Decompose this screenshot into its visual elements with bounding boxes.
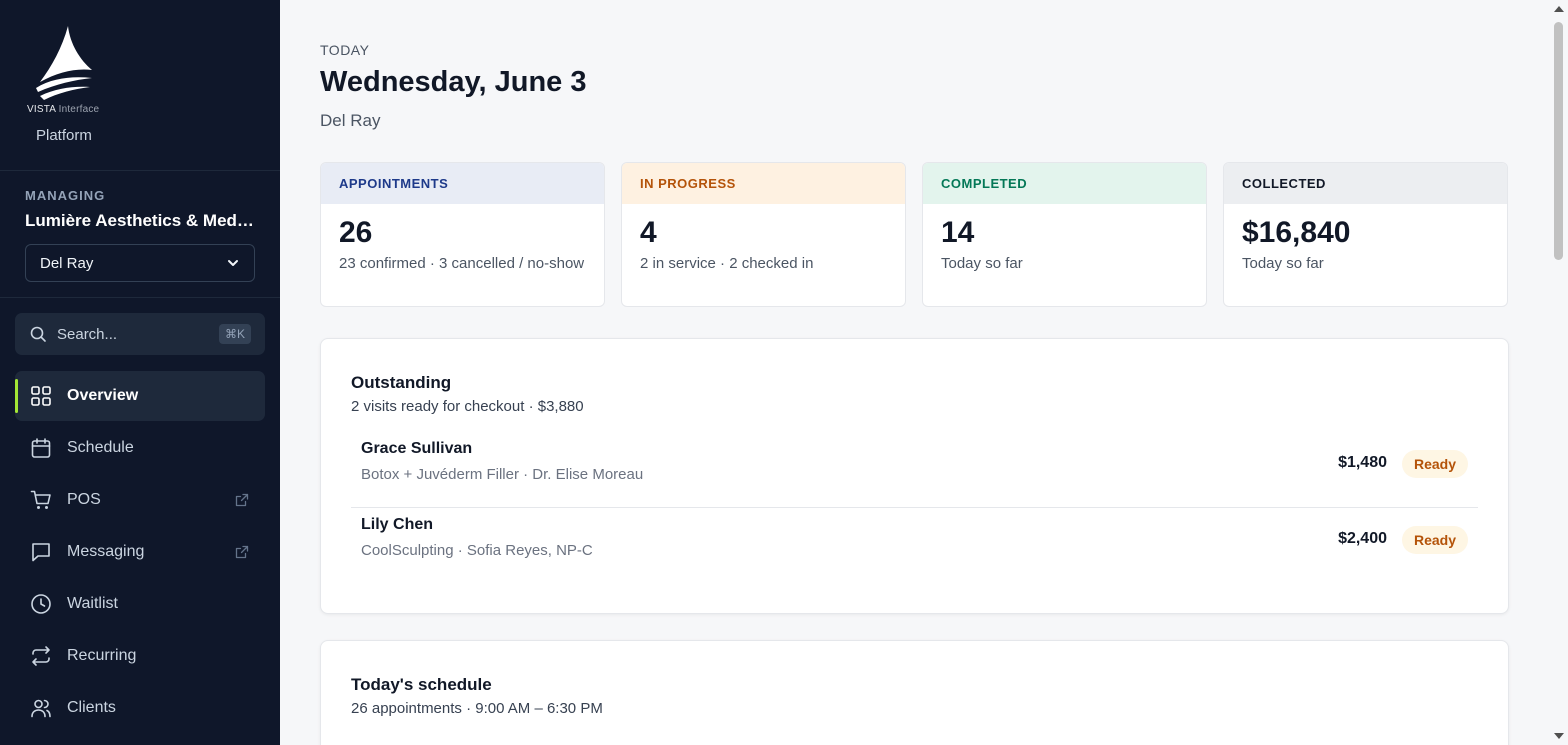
page-location: Del Ray [320, 111, 381, 130]
cart-icon [30, 490, 51, 509]
nav-label: Recurring [67, 647, 137, 664]
nav-label: Waitlist [67, 595, 118, 612]
sail-logo-icon [36, 26, 92, 100]
sidebar: VISTA Interface Platform MANAGING Lumièr… [0, 0, 280, 745]
nav-item-overview[interactable]: Overview [15, 371, 265, 421]
scroll-down-arrow-icon[interactable] [1554, 733, 1564, 739]
schedule-subtitle: 26 appointments · 9:00 AM – 6:30 PM [351, 700, 603, 717]
stat-card-label: COMPLETED [923, 163, 1206, 204]
nav-label: Clients [67, 699, 116, 716]
nav-item-waitlist[interactable]: Waitlist [15, 579, 265, 629]
platform-label: Platform [36, 127, 92, 144]
visit-amount: $2,400 [1338, 530, 1387, 547]
outstanding-row[interactable]: Lily Chen CoolSculpting · Sofia Reyes, N… [351, 508, 1478, 584]
status-badge: Ready [1401, 450, 1468, 478]
calendar-icon [31, 438, 51, 458]
nav-item-schedule[interactable]: Schedule [15, 423, 265, 473]
logo-text-bold: VISTA [27, 104, 56, 115]
search-input[interactable]: Search... ⌘K [15, 313, 265, 355]
stat-card-value: 4 [640, 216, 657, 249]
external-link-icon [235, 493, 249, 507]
stat-card-description: Today so far [1242, 255, 1324, 272]
stat-card-value: $16,840 [1242, 216, 1351, 249]
nav-item-pos[interactable]: POS [15, 475, 265, 525]
outstanding-title: Outstanding [351, 373, 452, 392]
nav-label: Overview [67, 387, 139, 404]
scrollbar-thumb[interactable] [1554, 22, 1563, 260]
managing-label: MANAGING [25, 188, 106, 203]
stat-card-appointments[interactable]: APPOINTMENTS 26 23 confirmed · 3 cancell… [320, 162, 605, 307]
nav-label: Messaging [67, 543, 145, 560]
outstanding-card: Outstanding 2 visits ready for checkout … [320, 338, 1509, 614]
location-select-value: Del Ray [40, 254, 94, 272]
grid-icon [31, 386, 51, 406]
search-icon [30, 326, 46, 342]
stat-card-collected[interactable]: COLLECTED $16,840 Today so far [1223, 162, 1508, 307]
visit-detail: Botox + Juvéderm Filler · Dr. Elise More… [361, 466, 644, 483]
brand-area: VISTA Interface Platform [0, 0, 280, 171]
org-name: Lumière Aesthetics & Med… [25, 211, 254, 230]
managing-section: MANAGING Lumière Aesthetics & Med… Del R… [0, 171, 280, 298]
page-title: Wednesday, June 3 [320, 66, 587, 98]
nav-item-messaging[interactable]: Messaging [15, 527, 265, 577]
outstanding-row[interactable]: Grace Sullivan Botox + Juvéderm Filler ·… [351, 432, 1478, 508]
chevron-down-icon [228, 260, 238, 266]
stat-card-in-progress[interactable]: IN PROGRESS 4 2 in service · 2 checked i… [621, 162, 906, 307]
outstanding-subtitle: 2 visits ready for checkout · $3,880 [351, 398, 584, 415]
stat-card-description: Today so far [941, 255, 1023, 272]
repeat-icon [32, 646, 50, 666]
stat-card-label: APPOINTMENTS [321, 163, 604, 204]
main-nav: Overview Schedule POS Messaging Waitlist… [15, 371, 265, 735]
status-badge: Ready [1401, 526, 1468, 554]
search-placeholder: Search... [57, 325, 118, 343]
nav-label: Schedule [67, 439, 134, 456]
visit-detail: CoolSculpting · Sofia Reyes, NP-C [361, 542, 593, 559]
scroll-up-arrow-icon[interactable] [1554, 6, 1564, 12]
search-shortcut: ⌘K [218, 324, 251, 344]
visit-amount: $1,480 [1338, 454, 1387, 471]
client-name: Grace Sullivan [361, 440, 473, 457]
users-icon [31, 699, 51, 718]
stat-card-value: 14 [941, 216, 975, 249]
logo-wordmark: VISTA Interface [27, 104, 99, 115]
stat-card-value: 26 [339, 216, 373, 249]
nav-label: POS [67, 491, 101, 508]
external-link-icon [235, 545, 249, 559]
nav-item-recurring[interactable]: Recurring [15, 631, 265, 681]
stat-card-description: 23 confirmed · 3 cancelled / no-show [339, 255, 585, 272]
stat-card-completed[interactable]: COMPLETED 14 Today so far [922, 162, 1207, 307]
schedule-title: Today's schedule [351, 675, 492, 694]
clock-icon [31, 594, 51, 614]
client-name: Lily Chen [361, 516, 434, 533]
stat-card-label: IN PROGRESS [622, 163, 905, 204]
message-icon [32, 543, 50, 562]
logo-text-light: Interface [58, 104, 100, 115]
stat-cards: APPOINTMENTS 26 23 confirmed · 3 cancell… [320, 162, 1508, 307]
schedule-card: Today's schedule 26 appointments · 9:00 … [320, 640, 1509, 745]
page-scrollbar[interactable] [1550, 0, 1568, 745]
today-eyebrow: TODAY [320, 42, 370, 58]
nav-item-clients[interactable]: Clients [15, 683, 265, 733]
stat-card-description: 2 in service · 2 checked in [640, 255, 814, 272]
stat-card-label: COLLECTED [1224, 163, 1507, 204]
location-select[interactable]: Del Ray [25, 244, 255, 282]
main-content: TODAY Wednesday, June 3 Del Ray APPOINTM… [280, 0, 1550, 745]
